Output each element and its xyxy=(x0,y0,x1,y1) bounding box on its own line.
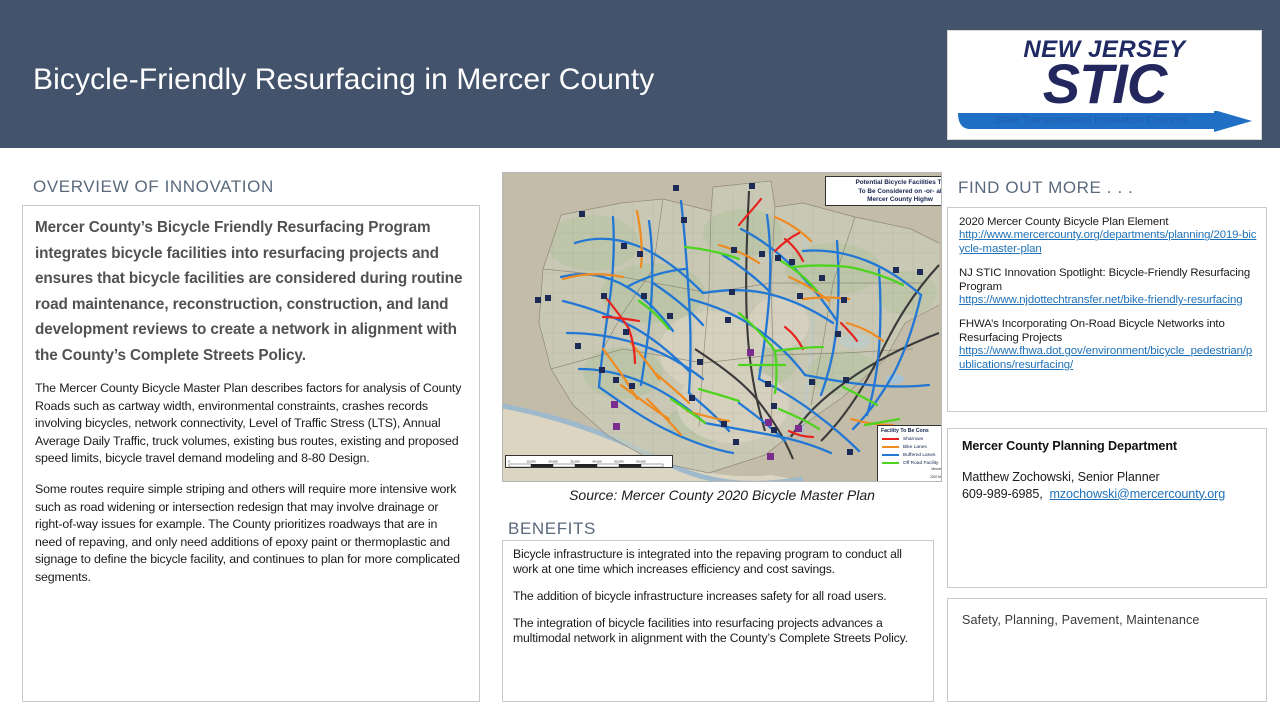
reference-item-1: 2020 Mercer County Bicycle Plan Element … xyxy=(959,216,1257,256)
contact-department: Mercer County Planning Department xyxy=(962,439,1178,453)
map-title-line-3: Mercer County Highw xyxy=(867,196,933,204)
tags-box: Safety, Planning, Pavement, Maintenance xyxy=(947,598,1267,702)
page-header: Bicycle-Friendly Resurfacing in Mercer C… xyxy=(0,0,1280,148)
svg-text:20,000: 20,000 xyxy=(548,459,558,463)
legend-swatch-buffered-lanes xyxy=(882,453,899,457)
contact-phone: 609-989-6985, xyxy=(962,486,1043,501)
overview-paragraph-1: The Mercer County Bicycle Master Plan de… xyxy=(35,381,462,466)
benefit-paragraph-2: The addition of bicycle infrastructure i… xyxy=(513,589,887,603)
svg-text:10,000: 10,000 xyxy=(526,459,536,463)
contact-person: Matthew Zochowski, Senior Planner xyxy=(962,470,1160,484)
map-scale-bar: 0 10,000 20,000 30,000 40,000 50,000 60,000 xyxy=(505,455,673,468)
map-source-caption: Source: Mercer County 2020 Bicycle Maste… xyxy=(569,487,875,503)
reference-link-3[interactable]: https://www.fhwa.dot.gov/environment/bic… xyxy=(959,345,1257,372)
nj-stic-logo: NEW JERSEY STIC State Transportation Inn… xyxy=(947,30,1262,140)
legend-swatch-off-road xyxy=(882,461,899,465)
legend-label-off-road: Off Road Facility xyxy=(903,460,939,466)
reference-link-2[interactable]: https://www.njdottechtransfer.net/bike-f… xyxy=(959,294,1257,307)
bicycle-facilities-map: Potential Bicycle Facilities Ty To Be Co… xyxy=(502,172,942,482)
svg-text:60,000: 60,000 xyxy=(636,459,646,463)
map-legend-title: Facility To Be Cons xyxy=(881,428,929,434)
legend-item-off-road: Off Road Facility xyxy=(881,459,941,467)
overview-box: Mercer County’s Bicycle Friendly Resurfa… xyxy=(22,205,480,702)
benefits-box: Bicycle infrastructure is integrated int… xyxy=(502,540,934,702)
page-title: Bicycle-Friendly Resurfacing in Mercer C… xyxy=(33,63,655,96)
legend-swatch-bike-lanes xyxy=(882,445,899,449)
reference-title-3: FHWA’s Incorporating On-Road Bicycle Net… xyxy=(959,318,1225,344)
contact-box: Mercer County Planning Department Matthe… xyxy=(947,428,1267,588)
benefits-heading: BENEFITS xyxy=(508,519,596,538)
legend-item-buffered-lanes: Buffered Lanes xyxy=(881,451,941,459)
reference-link-1[interactable]: http://www.mercercounty.org/departments/… xyxy=(959,229,1257,256)
map-title-line-1: Potential Bicycle Facilities Ty xyxy=(855,179,942,186)
svg-text:40,000: 40,000 xyxy=(592,459,602,463)
find-out-more-heading: FIND OUT MORE . . . xyxy=(958,178,1134,197)
logo-tagline-text: State Transportation Innovation Councils xyxy=(994,114,1188,126)
svg-text:50,000: 50,000 xyxy=(614,459,624,463)
svg-text:30,000: 30,000 xyxy=(570,459,580,463)
legend-credit-3: 2020 Mercer County Bicycle xyxy=(930,475,941,480)
map-graphic xyxy=(503,173,941,481)
legend-swatch-sharrows xyxy=(882,437,899,441)
map-title-box: Potential Bicycle Facilities Ty To Be Co… xyxy=(825,176,942,206)
map-title-line-2: To Be Considered on -or- al xyxy=(858,187,942,195)
contact-phone-email-line: 609-989-6985, mzochowski@mercercounty.or… xyxy=(962,486,1257,503)
tags-text: Safety, Planning, Pavement, Maintenance xyxy=(962,613,1200,627)
scale-bar-graphic: 0 10,000 20,000 30,000 40,000 50,000 60,000 xyxy=(508,459,664,468)
reference-item-2: NJ STIC Innovation Spotlight: Bicycle-Fr… xyxy=(959,267,1257,307)
overview-lead-paragraph: Mercer County’s Bicycle Friendly Resurfa… xyxy=(35,219,463,364)
overview-heading: OVERVIEW OF INNOVATION xyxy=(33,177,274,196)
contact-email-link[interactable]: mzochowski@mercercounty.org xyxy=(1049,487,1225,501)
legend-label-sharrows: Sharrows xyxy=(903,436,924,442)
reference-item-3: FHWA’s Incorporating On-Road Bicycle Net… xyxy=(959,318,1257,372)
logo-stic-text: STIC xyxy=(1042,52,1168,115)
reference-title-1: 2020 Mercer County Bicycle Plan Element xyxy=(959,216,1169,228)
legend-label-bike-lanes: Bike Lanes xyxy=(903,444,927,450)
legend-label-buffered-lanes: Buffered Lanes xyxy=(903,452,936,458)
overview-paragraph-2: Some routes require simple striping and … xyxy=(35,481,460,584)
find-out-more-box: 2020 Mercer County Bicycle Plan Element … xyxy=(947,207,1267,412)
svg-text:0: 0 xyxy=(508,459,510,463)
reference-title-2: NJ STIC Innovation Spotlight: Bicycle-Fr… xyxy=(959,267,1251,293)
benefit-paragraph-1: Bicycle infrastructure is integrated int… xyxy=(513,547,902,576)
map-legend: Facility To Be Cons Sharrows Bike Lanes … xyxy=(877,425,941,481)
benefit-paragraph-3: The integration of bicycle facilities in… xyxy=(513,616,908,645)
legend-item-bike-lanes: Bike Lanes xyxy=(881,443,941,451)
legend-item-sharrows: Sharrows xyxy=(881,435,941,443)
